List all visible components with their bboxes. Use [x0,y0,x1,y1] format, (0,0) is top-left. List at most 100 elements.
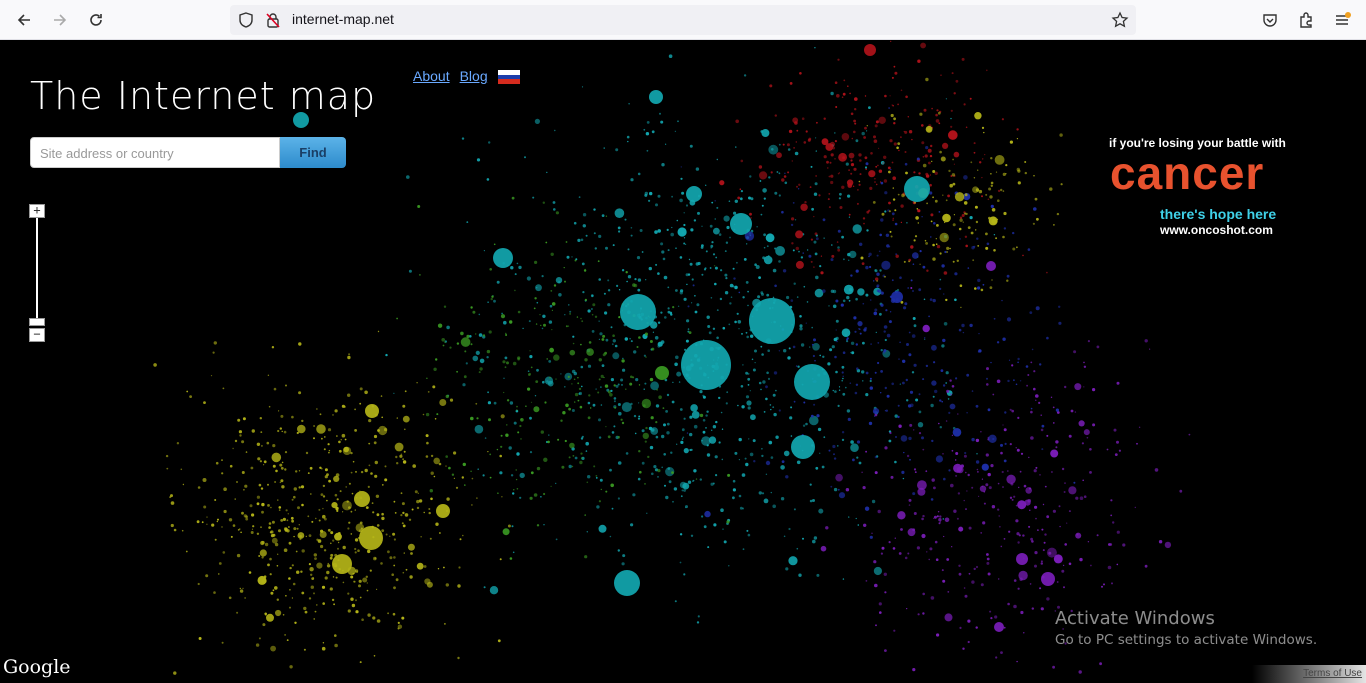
map-node [787,148,791,151]
star-icon[interactable] [1111,11,1129,29]
map-node [1083,365,1087,368]
about-link[interactable]: About [413,68,450,84]
forward-icon[interactable] [48,8,72,32]
map-node [1022,534,1025,537]
map-node [959,238,961,240]
map-node [879,312,882,316]
map-node [677,227,687,237]
address-bar[interactable]: internet-map.net [230,5,1136,35]
map-node [604,311,608,315]
map-node [522,327,524,330]
map-node [906,343,909,346]
map-node [981,126,985,129]
map-node [783,535,786,538]
map-node [572,335,575,338]
map-node [683,242,686,245]
zoom-in-button[interactable]: + [29,204,45,218]
map-node [973,151,976,154]
map-node [737,404,739,407]
russian-flag-icon[interactable] [498,69,520,84]
map-node [850,352,852,354]
back-icon[interactable] [12,8,36,32]
map-node [655,325,657,327]
map-node [773,371,778,375]
map-node [314,557,317,560]
map-node [545,241,548,244]
map-node [284,528,288,532]
find-button[interactable]: Find [280,137,346,168]
shield-icon[interactable] [237,11,255,29]
map-node [553,354,560,361]
map-node [847,183,853,188]
map-node [761,204,764,207]
map-node [755,265,760,269]
lock-icon[interactable] [264,11,282,29]
map-node [888,320,892,324]
map-node-large [891,291,903,303]
map-node [850,440,854,444]
map-node [802,537,804,540]
map-node [873,560,877,564]
map-node [256,502,260,506]
map-node [913,324,917,328]
map-node [776,171,779,173]
map-node [736,312,739,315]
map-node [1024,171,1028,175]
map-node [335,473,340,477]
map-node [1046,271,1048,274]
map-node [218,573,220,575]
map-node [629,337,631,340]
map-node [339,490,342,493]
terms-of-use-link[interactable]: Terms of Use [1252,665,1366,683]
zoom-slider-handle[interactable] [29,318,45,326]
map-node [866,130,868,132]
map-node [768,255,770,257]
map-node [1031,348,1034,351]
map-node [402,415,410,423]
map-node [611,431,615,434]
url-text[interactable]: internet-map.net [292,11,394,27]
map-node [1056,581,1059,583]
map-node [930,236,932,238]
map-node [949,403,956,410]
map-node [873,280,875,282]
map-node [314,610,317,613]
map-node [686,283,688,286]
map-node [703,268,707,271]
map-node [848,169,850,172]
menu-icon[interactable] [1330,8,1354,32]
map-node [365,575,368,578]
internet-map-canvas[interactable]: The Internet map Site address or country… [0,40,1366,683]
zoom-out-button[interactable]: − [29,328,45,342]
map-node [1064,385,1067,389]
pocket-icon[interactable] [1258,8,1282,32]
map-node [1040,428,1044,432]
map-node [580,343,582,346]
map-node [705,184,707,186]
reload-icon[interactable] [84,8,108,32]
map-node [932,257,936,261]
map-node [600,488,602,491]
extensions-icon[interactable] [1294,8,1318,32]
map-node [760,345,763,348]
map-node [850,159,853,162]
map-node [1006,474,1016,484]
map-node [845,162,849,166]
map-node [912,317,916,320]
blog-link[interactable]: Blog [460,68,488,84]
zoom-slider-track[interactable] [36,218,38,322]
map-node [809,499,813,503]
map-node [691,302,693,304]
map-node [584,268,587,271]
map-node [249,504,253,508]
map-node [679,198,683,203]
map-node [202,478,207,482]
map-node [720,269,723,272]
search-input[interactable]: Site address or country [30,137,280,168]
map-node [228,518,233,522]
map-node [1046,597,1050,601]
map-node [642,432,649,440]
map-node [281,430,283,433]
map-node [576,316,579,318]
map-node [324,517,327,521]
